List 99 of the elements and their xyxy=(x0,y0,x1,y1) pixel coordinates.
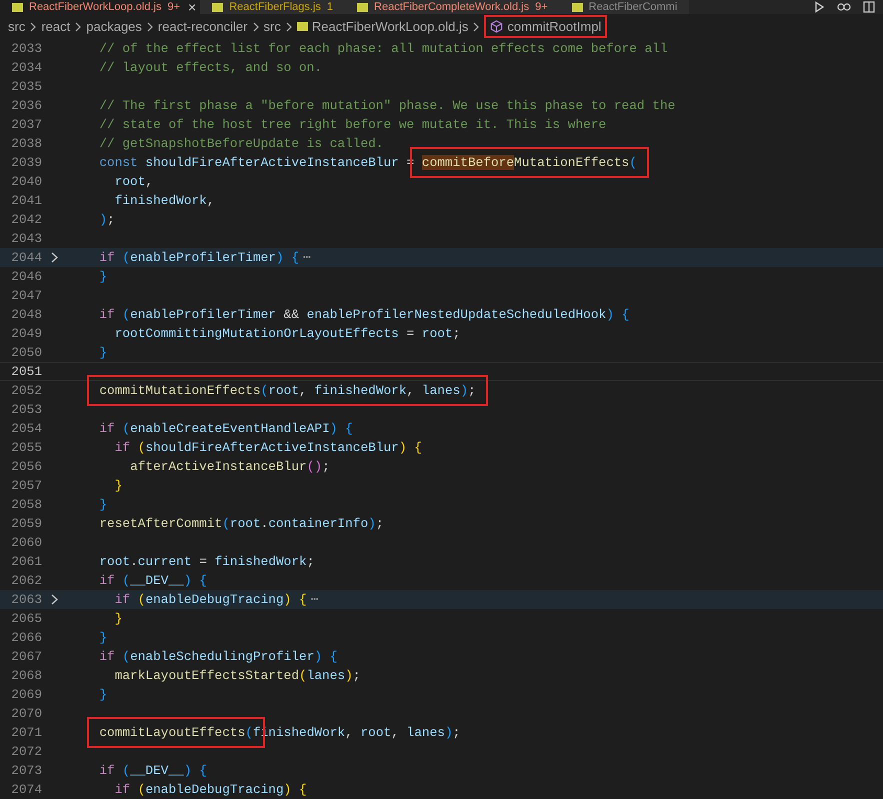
breadcrumb-item[interactable]: react xyxy=(41,17,70,36)
chevron-icon xyxy=(472,22,480,32)
line-number: 2049 xyxy=(10,324,42,343)
line-number: 2041 xyxy=(10,192,42,210)
code-line: if (enableDebugTracing) { ⋯ xyxy=(114,591,318,609)
line-number: 2072 xyxy=(10,742,42,761)
line-number: 2061 xyxy=(10,552,42,571)
line-number: 2053 xyxy=(10,400,42,419)
code-line: root, xyxy=(114,173,154,191)
code-line: // state of the host tree right before we mutate it. This is where xyxy=(99,116,606,134)
compare-icon[interactable] xyxy=(837,1,851,13)
run-icon[interactable] xyxy=(813,1,825,13)
line-number: 2038 xyxy=(10,134,42,153)
breadcrumb-item[interactable]: react-reconciler xyxy=(158,17,248,36)
line-number: 2074 xyxy=(10,780,42,799)
code-line: if (enableDebugTracing) { xyxy=(114,781,307,799)
code-line: if (enableProfilerTimer && enableProfilerNestedUpdateScheduledHook) { xyxy=(99,306,630,324)
editor-tab[interactable]: ReactFiberFlags.js 1 xyxy=(200,0,346,14)
code-line: finishedWork, xyxy=(114,192,215,210)
code-line: } xyxy=(114,610,122,628)
line-number: 2058 xyxy=(10,496,42,514)
chevron-icon xyxy=(29,22,38,32)
code-line: if (enableProfilerTimer) { ⋯ xyxy=(99,249,311,267)
js-file-icon xyxy=(12,2,23,12)
fold-chevron-icon[interactable] xyxy=(51,594,58,605)
code-line: root.current = finishedWork; xyxy=(99,553,314,571)
code-line: } xyxy=(99,268,108,286)
line-number: 2062 xyxy=(10,572,42,590)
line-number: 2040 xyxy=(10,172,42,191)
line-number: 2052 xyxy=(10,382,42,400)
line-number: 2057 xyxy=(10,476,42,495)
line-number: 2044 xyxy=(10,248,42,267)
js-file-icon xyxy=(572,2,583,12)
code-line: resetAfterCommit(root.containerInfo); xyxy=(99,515,384,533)
breadcrumb-item[interactable]: ReactFiberWorkLoop.old.js xyxy=(296,17,468,36)
code-line: } xyxy=(99,496,108,514)
line-number: 2039 xyxy=(10,154,42,172)
boxed-code: commitMutationEffects(root, finishedWork, lanes); xyxy=(87,375,488,406)
line-number: 2037 xyxy=(10,116,42,134)
chevron-icon xyxy=(74,22,82,32)
breadcrumb-item[interactable]: commitRootImpl xyxy=(484,15,608,38)
line-number: 2036 xyxy=(10,96,42,115)
line-number: 2071 xyxy=(10,724,42,742)
chevron-icon xyxy=(284,22,293,32)
line-number: 2035 xyxy=(10,78,42,96)
line-number: 2034 xyxy=(10,58,42,77)
code-line: } xyxy=(99,344,108,362)
code-line: afterActiveInstanceBlur(); xyxy=(130,458,330,476)
code-line: } xyxy=(99,629,108,647)
cube-icon xyxy=(490,20,504,33)
line-number: 2048 xyxy=(10,306,42,324)
close-icon[interactable]: × xyxy=(184,0,200,14)
editor-tab[interactable]: ReactFiberCommi xyxy=(560,0,690,14)
line-number: 2069 xyxy=(10,686,42,704)
line-number: 2070 xyxy=(10,704,42,723)
split-editor-icon[interactable] xyxy=(863,1,875,13)
line-number: 2046 xyxy=(10,268,42,286)
fold-chevron-icon[interactable] xyxy=(51,252,58,263)
code-line: // of the effect list for each phase: all mutation effects come before all xyxy=(99,40,668,58)
code-line: if (enableCreateEventHandleAPI) { xyxy=(99,420,353,438)
code-line: // getSnapshotBeforeUpdate is called. xyxy=(99,135,384,153)
line-number: 2060 xyxy=(10,534,42,552)
chevron-icon xyxy=(252,22,260,32)
line-number: 2047 xyxy=(10,286,42,305)
line-number: 2063 xyxy=(10,590,42,609)
code-line: if (__DEV__) { xyxy=(99,762,207,780)
code-line: // layout effects, and so on. xyxy=(99,59,322,77)
editor-tab[interactable]: ReactFiberCompleteWork.old.js 9+ xyxy=(345,0,560,14)
code-line: rootCommittingMutationOrLayoutEffects = root; xyxy=(114,325,460,343)
line-number: 2055 xyxy=(10,438,42,457)
line-number: 2068 xyxy=(10,666,42,685)
chevron-icon xyxy=(146,22,154,32)
breadcrumb-item[interactable]: src xyxy=(264,17,281,36)
code-line: // The first phase a "before mutation" phase. We use this phase to read the xyxy=(99,97,676,115)
line-number: 2051 xyxy=(10,362,42,381)
line-number: 2059 xyxy=(10,514,42,533)
line-number: 2054 xyxy=(10,420,42,438)
line-number: 2056 xyxy=(10,458,42,476)
breadcrumb-item[interactable]: packages xyxy=(86,17,142,36)
code-line: if (shouldFireAfterActiveInstanceBlur) { xyxy=(114,439,422,457)
editor-tab[interactable]: ReactFiberWorkLoop.old.js 9+ xyxy=(0,0,184,14)
line-number: 2050 xyxy=(10,344,42,362)
line-number: 2043 xyxy=(10,230,42,248)
line-number: 2065 xyxy=(10,610,42,628)
code-line: ); xyxy=(99,211,115,229)
code-line: markLayoutEffectsStarted(lanes); xyxy=(114,667,360,685)
line-number: 2073 xyxy=(10,762,42,780)
code-line: } xyxy=(99,686,108,704)
code-line: if (__DEV__) { xyxy=(99,572,207,590)
code-line: if (enableSchedulingProfiler) { xyxy=(99,648,338,666)
breadcrumb-item[interactable]: src xyxy=(8,17,26,36)
code-line: } xyxy=(114,477,122,495)
line-number: 2067 xyxy=(10,648,42,666)
js-file-icon xyxy=(357,2,368,12)
line-number: 2042 xyxy=(10,210,42,229)
js-file-icon xyxy=(296,22,308,31)
line-number: 2033 xyxy=(10,40,42,58)
js-file-icon xyxy=(212,2,224,12)
line-number: 2066 xyxy=(10,628,42,647)
